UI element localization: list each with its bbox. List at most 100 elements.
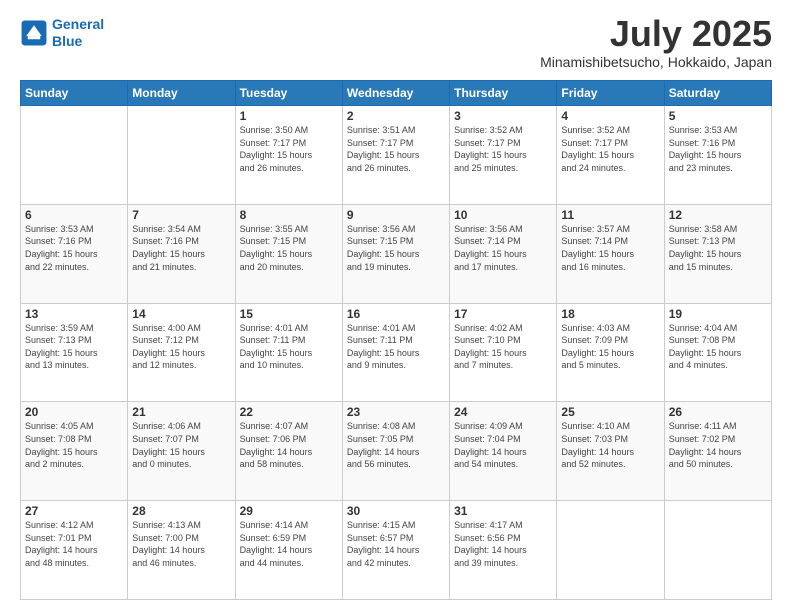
calendar-cell: 25Sunrise: 4:10 AM Sunset: 7:03 PM Dayli… — [557, 402, 664, 501]
day-info: Sunrise: 3:57 AM Sunset: 7:14 PM Dayligh… — [561, 223, 659, 273]
calendar-cell: 11Sunrise: 3:57 AM Sunset: 7:14 PM Dayli… — [557, 204, 664, 303]
calendar-cell — [21, 106, 128, 205]
title-block: July 2025 Minamishibetsucho, Hokkaido, J… — [540, 16, 772, 70]
logo-text: General Blue — [52, 16, 104, 50]
day-number: 1 — [240, 109, 338, 123]
day-number: 26 — [669, 405, 767, 419]
calendar-header-thursday: Thursday — [450, 81, 557, 106]
day-number: 15 — [240, 307, 338, 321]
day-info: Sunrise: 3:51 AM Sunset: 7:17 PM Dayligh… — [347, 124, 445, 174]
calendar-cell: 14Sunrise: 4:00 AM Sunset: 7:12 PM Dayli… — [128, 303, 235, 402]
calendar-cell — [557, 501, 664, 600]
calendar-header-friday: Friday — [557, 81, 664, 106]
day-number: 16 — [347, 307, 445, 321]
day-info: Sunrise: 3:56 AM Sunset: 7:14 PM Dayligh… — [454, 223, 552, 273]
calendar-cell: 7Sunrise: 3:54 AM Sunset: 7:16 PM Daylig… — [128, 204, 235, 303]
calendar-cell: 22Sunrise: 4:07 AM Sunset: 7:06 PM Dayli… — [235, 402, 342, 501]
logo-line1: General — [52, 16, 104, 32]
calendar-cell: 30Sunrise: 4:15 AM Sunset: 6:57 PM Dayli… — [342, 501, 449, 600]
calendar-cell: 28Sunrise: 4:13 AM Sunset: 7:00 PM Dayli… — [128, 501, 235, 600]
calendar-cell: 17Sunrise: 4:02 AM Sunset: 7:10 PM Dayli… — [450, 303, 557, 402]
day-info: Sunrise: 4:00 AM Sunset: 7:12 PM Dayligh… — [132, 322, 230, 372]
calendar-header-tuesday: Tuesday — [235, 81, 342, 106]
day-info: Sunrise: 4:11 AM Sunset: 7:02 PM Dayligh… — [669, 420, 767, 470]
day-info: Sunrise: 4:14 AM Sunset: 6:59 PM Dayligh… — [240, 519, 338, 569]
day-number: 21 — [132, 405, 230, 419]
calendar-cell: 19Sunrise: 4:04 AM Sunset: 7:08 PM Dayli… — [664, 303, 771, 402]
calendar-cell: 27Sunrise: 4:12 AM Sunset: 7:01 PM Dayli… — [21, 501, 128, 600]
day-number: 12 — [669, 208, 767, 222]
month-title: July 2025 — [540, 16, 772, 52]
calendar-header-monday: Monday — [128, 81, 235, 106]
day-info: Sunrise: 4:01 AM Sunset: 7:11 PM Dayligh… — [240, 322, 338, 372]
logo: General Blue — [20, 16, 104, 50]
day-number: 27 — [25, 504, 123, 518]
day-info: Sunrise: 4:09 AM Sunset: 7:04 PM Dayligh… — [454, 420, 552, 470]
calendar-week-row: 20Sunrise: 4:05 AM Sunset: 7:08 PM Dayli… — [21, 402, 772, 501]
calendar-cell: 16Sunrise: 4:01 AM Sunset: 7:11 PM Dayli… — [342, 303, 449, 402]
day-info: Sunrise: 3:52 AM Sunset: 7:17 PM Dayligh… — [561, 124, 659, 174]
header: General Blue July 2025 Minamishibetsucho… — [20, 16, 772, 70]
calendar-cell — [128, 106, 235, 205]
day-number: 4 — [561, 109, 659, 123]
calendar-cell: 10Sunrise: 3:56 AM Sunset: 7:14 PM Dayli… — [450, 204, 557, 303]
calendar-cell: 1Sunrise: 3:50 AM Sunset: 7:17 PM Daylig… — [235, 106, 342, 205]
calendar-week-row: 1Sunrise: 3:50 AM Sunset: 7:17 PM Daylig… — [21, 106, 772, 205]
day-info: Sunrise: 4:07 AM Sunset: 7:06 PM Dayligh… — [240, 420, 338, 470]
day-number: 11 — [561, 208, 659, 222]
day-info: Sunrise: 4:06 AM Sunset: 7:07 PM Dayligh… — [132, 420, 230, 470]
day-number: 29 — [240, 504, 338, 518]
day-number: 10 — [454, 208, 552, 222]
day-info: Sunrise: 3:56 AM Sunset: 7:15 PM Dayligh… — [347, 223, 445, 273]
calendar-cell: 15Sunrise: 4:01 AM Sunset: 7:11 PM Dayli… — [235, 303, 342, 402]
day-info: Sunrise: 3:53 AM Sunset: 7:16 PM Dayligh… — [25, 223, 123, 273]
day-info: Sunrise: 3:52 AM Sunset: 7:17 PM Dayligh… — [454, 124, 552, 174]
day-info: Sunrise: 4:15 AM Sunset: 6:57 PM Dayligh… — [347, 519, 445, 569]
calendar-week-row: 27Sunrise: 4:12 AM Sunset: 7:01 PM Dayli… — [21, 501, 772, 600]
calendar-cell: 9Sunrise: 3:56 AM Sunset: 7:15 PM Daylig… — [342, 204, 449, 303]
day-info: Sunrise: 4:02 AM Sunset: 7:10 PM Dayligh… — [454, 322, 552, 372]
day-info: Sunrise: 4:01 AM Sunset: 7:11 PM Dayligh… — [347, 322, 445, 372]
calendar-cell: 21Sunrise: 4:06 AM Sunset: 7:07 PM Dayli… — [128, 402, 235, 501]
calendar-cell: 13Sunrise: 3:59 AM Sunset: 7:13 PM Dayli… — [21, 303, 128, 402]
day-info: Sunrise: 3:58 AM Sunset: 7:13 PM Dayligh… — [669, 223, 767, 273]
day-number: 23 — [347, 405, 445, 419]
day-number: 18 — [561, 307, 659, 321]
calendar-table: SundayMondayTuesdayWednesdayThursdayFrid… — [20, 80, 772, 600]
day-info: Sunrise: 4:17 AM Sunset: 6:56 PM Dayligh… — [454, 519, 552, 569]
calendar-cell: 8Sunrise: 3:55 AM Sunset: 7:15 PM Daylig… — [235, 204, 342, 303]
day-info: Sunrise: 3:55 AM Sunset: 7:15 PM Dayligh… — [240, 223, 338, 273]
calendar-cell: 5Sunrise: 3:53 AM Sunset: 7:16 PM Daylig… — [664, 106, 771, 205]
calendar-week-row: 13Sunrise: 3:59 AM Sunset: 7:13 PM Dayli… — [21, 303, 772, 402]
calendar-cell: 20Sunrise: 4:05 AM Sunset: 7:08 PM Dayli… — [21, 402, 128, 501]
day-number: 28 — [132, 504, 230, 518]
day-number: 22 — [240, 405, 338, 419]
calendar-cell: 29Sunrise: 4:14 AM Sunset: 6:59 PM Dayli… — [235, 501, 342, 600]
calendar-header-saturday: Saturday — [664, 81, 771, 106]
day-number: 2 — [347, 109, 445, 123]
calendar-cell: 3Sunrise: 3:52 AM Sunset: 7:17 PM Daylig… — [450, 106, 557, 205]
calendar-cell: 6Sunrise: 3:53 AM Sunset: 7:16 PM Daylig… — [21, 204, 128, 303]
day-number: 7 — [132, 208, 230, 222]
calendar-cell: 12Sunrise: 3:58 AM Sunset: 7:13 PM Dayli… — [664, 204, 771, 303]
day-number: 14 — [132, 307, 230, 321]
day-number: 6 — [25, 208, 123, 222]
calendar-cell: 18Sunrise: 4:03 AM Sunset: 7:09 PM Dayli… — [557, 303, 664, 402]
subtitle: Minamishibetsucho, Hokkaido, Japan — [540, 54, 772, 70]
day-number: 3 — [454, 109, 552, 123]
day-number: 5 — [669, 109, 767, 123]
calendar-cell: 2Sunrise: 3:51 AM Sunset: 7:17 PM Daylig… — [342, 106, 449, 205]
day-number: 25 — [561, 405, 659, 419]
calendar-cell — [664, 501, 771, 600]
day-info: Sunrise: 4:12 AM Sunset: 7:01 PM Dayligh… — [25, 519, 123, 569]
day-info: Sunrise: 4:05 AM Sunset: 7:08 PM Dayligh… — [25, 420, 123, 470]
day-info: Sunrise: 4:04 AM Sunset: 7:08 PM Dayligh… — [669, 322, 767, 372]
day-number: 20 — [25, 405, 123, 419]
day-info: Sunrise: 3:50 AM Sunset: 7:17 PM Dayligh… — [240, 124, 338, 174]
day-number: 30 — [347, 504, 445, 518]
calendar-cell: 4Sunrise: 3:52 AM Sunset: 7:17 PM Daylig… — [557, 106, 664, 205]
day-info: Sunrise: 4:08 AM Sunset: 7:05 PM Dayligh… — [347, 420, 445, 470]
calendar-cell: 24Sunrise: 4:09 AM Sunset: 7:04 PM Dayli… — [450, 402, 557, 501]
page: General Blue July 2025 Minamishibetsucho… — [0, 0, 792, 612]
logo-icon — [20, 19, 48, 47]
